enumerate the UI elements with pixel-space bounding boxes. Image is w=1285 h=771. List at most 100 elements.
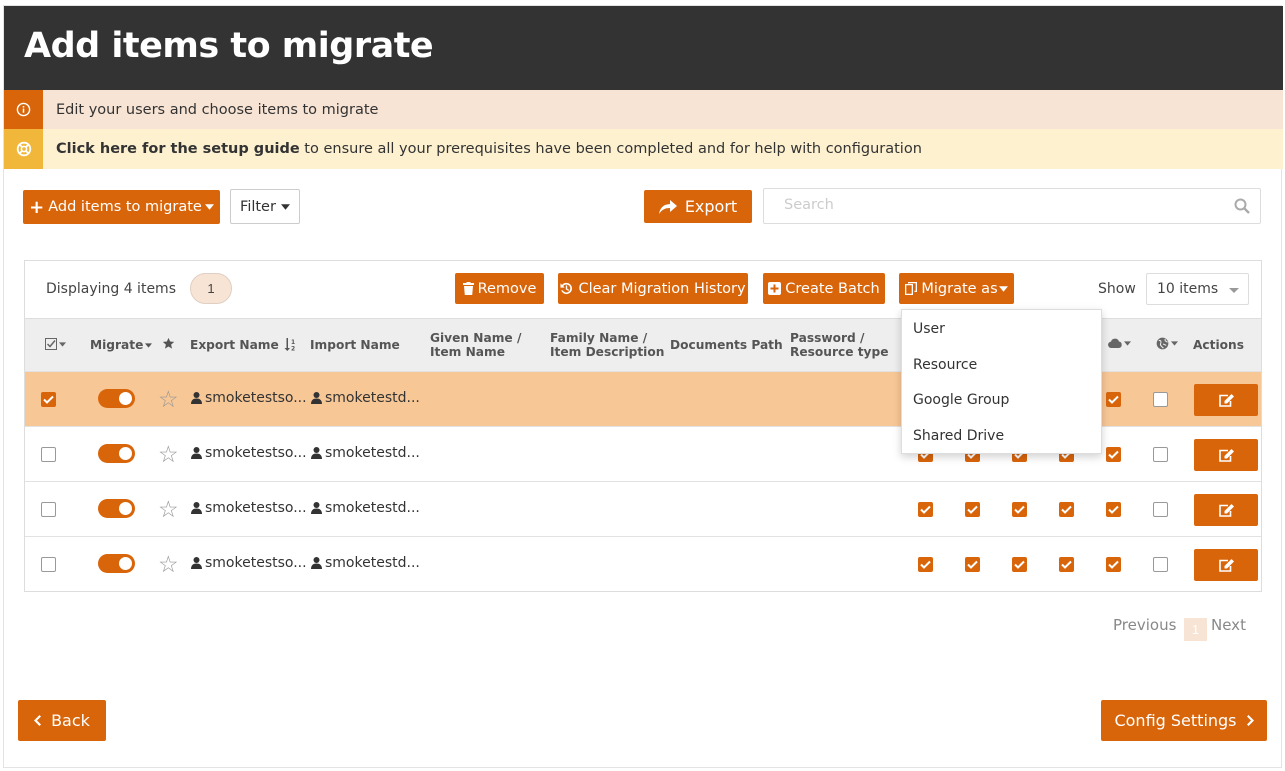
row-option-checkbox[interactable] [1153,502,1168,517]
edit-button[interactable] [1194,384,1258,416]
pagination-previous[interactable]: Previous [1113,616,1176,634]
row-option-checkbox[interactable] [1153,557,1168,572]
star-column-icon [162,337,175,353]
back-label: Back [51,711,90,730]
user-icon [311,557,322,569]
info-icon [4,90,43,129]
star-icon[interactable]: ☆ [158,443,179,466]
displaying-count: Displaying 4 items [46,281,176,297]
row-option-checkbox[interactable] [1106,502,1121,517]
remove-label: Remove [477,280,537,297]
edit-icon [1218,448,1234,462]
row-select-checkbox[interactable] [41,557,56,572]
row-option-checkbox[interactable] [965,557,980,572]
user-icon [191,447,202,459]
migrate-toggle[interactable] [98,444,135,463]
config-settings-button[interactable]: Config Settings [1101,700,1267,741]
import-name-header[interactable]: Import Name [310,338,400,352]
star-icon[interactable]: ☆ [158,498,179,521]
globe-column-menu[interactable] [1156,337,1178,350]
back-button[interactable]: Back [18,700,106,741]
add-items-button[interactable]: + Add items to migrate [23,190,220,224]
export-name-header[interactable]: Export Name [190,338,279,352]
sort-icon[interactable]: 12 [284,338,296,354]
add-items-label: Add items to migrate [48,199,202,215]
menu-item-shared-drive[interactable]: Shared Drive [913,428,1004,444]
row-option-checkbox[interactable] [1106,392,1121,407]
select-all-menu[interactable] [45,338,66,350]
checkbox-icon [45,338,57,350]
row-select-checkbox[interactable] [41,502,56,517]
export-name-cell: smoketestso... [191,445,307,461]
export-name-cell: smoketestso... [191,555,307,571]
row-select-checkbox[interactable] [41,392,56,407]
migrate-column-header[interactable]: Migrate [90,338,153,352]
globe-icon [1156,337,1169,350]
info-banner-text: Edit your users and choose items to migr… [56,101,379,118]
edit-button[interactable] [1194,549,1258,581]
edit-button[interactable] [1194,494,1258,526]
family-name-header[interactable]: Family Name / Item Description [550,331,670,359]
row-select-checkbox[interactable] [41,447,56,462]
search-input[interactable] [784,197,1224,213]
clear-history-label: Clear Migration History [578,280,746,297]
table-row[interactable]: ☆ smoketestso... smoketestd... [25,536,1261,591]
star-icon[interactable]: ☆ [158,388,179,411]
menu-item-google-group[interactable]: Google Group [913,392,1009,408]
migrate-toggle[interactable] [98,554,135,573]
export-name-cell: smoketestso... [191,390,307,406]
edit-button[interactable] [1194,439,1258,471]
user-icon [191,557,202,569]
edit-icon [1218,393,1234,407]
migrate-toggle[interactable] [98,499,135,518]
pagination-page[interactable]: 1 [1184,618,1207,641]
caret-down-icon [204,204,214,210]
setup-guide-banner[interactable]: Click here for the setup guide to ensure… [4,129,1283,169]
setup-guide-link[interactable]: Click here for the setup guide [56,141,300,157]
caret-down-icon [1124,340,1131,346]
row-option-checkbox[interactable] [1106,447,1121,462]
info-banner: Edit your users and choose items to migr… [4,90,1283,129]
edit-icon [1218,503,1234,517]
create-batch-button[interactable]: Create Batch [763,273,885,304]
user-icon [311,502,322,514]
caret-down-icon [1171,341,1178,346]
page-title: Add items to migrate [24,26,434,66]
documents-path-header[interactable]: Documents Path [670,338,783,352]
row-option-checkbox[interactable] [965,502,980,517]
history-icon [560,282,573,295]
user-icon [311,447,322,459]
migrate-as-menu: User Resource Google Group Shared Drive [901,309,1102,454]
row-option-checkbox[interactable] [1153,392,1168,407]
config-settings-label: Config Settings [1114,711,1237,730]
menu-item-user[interactable]: User [913,321,945,337]
clear-history-button[interactable]: Clear Migration History [558,273,748,304]
password-header[interactable]: Password / Resource type [790,331,890,359]
pagination-next[interactable]: Next [1211,616,1246,634]
search-box[interactable] [763,188,1261,224]
migrate-toggle[interactable] [98,389,135,408]
row-option-checkbox[interactable] [918,502,933,517]
show-label: Show [1098,281,1136,297]
row-option-checkbox[interactable] [1059,557,1074,572]
caret-down-icon [280,203,290,210]
row-option-checkbox[interactable] [1059,502,1074,517]
menu-item-resource[interactable]: Resource [913,357,977,373]
migrate-as-button[interactable]: Migrate as [899,273,1014,304]
given-name-header[interactable]: Given Name / Item Name [430,331,545,359]
star-icon[interactable]: ☆ [158,553,179,576]
row-option-checkbox[interactable] [1012,502,1027,517]
export-button[interactable]: Export [644,190,752,223]
create-batch-label: Create Batch [785,280,880,297]
table-row[interactable]: ☆ smoketestso... smoketestd... [25,481,1261,536]
filter-button[interactable]: Filter [230,189,300,224]
cloud-column-menu[interactable] [1108,338,1131,348]
row-option-checkbox[interactable] [1153,447,1168,462]
row-option-checkbox[interactable] [918,557,933,572]
row-option-checkbox[interactable] [1106,557,1121,572]
page-size-select[interactable]: 10 items [1146,273,1249,305]
caret-down-icon [145,342,153,348]
row-option-checkbox[interactable] [1012,557,1027,572]
remove-button[interactable]: Remove [455,273,544,304]
search-icon [1234,198,1250,214]
